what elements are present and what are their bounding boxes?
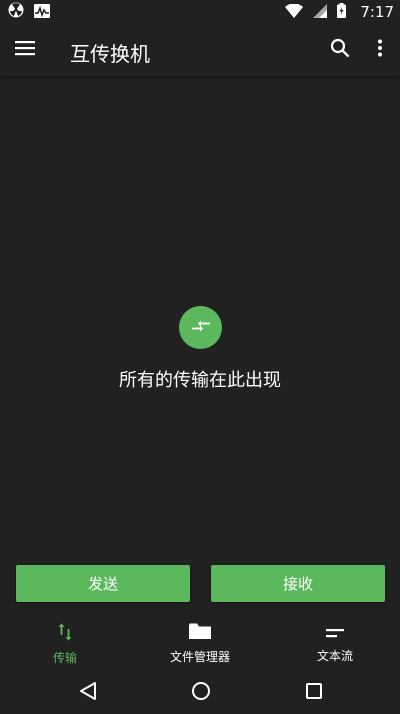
more-options-button[interactable] bbox=[364, 34, 396, 66]
nav-label-file-manager: 文件管理器 bbox=[169, 650, 230, 664]
status-bar: 7:17 bbox=[0, 0, 400, 24]
status-left bbox=[8, 2, 50, 22]
empty-state-message: 所有的传输在此出现 bbox=[119, 370, 281, 391]
bottom-navigation: 传输 文件管理器 文本流 bbox=[0, 616, 400, 672]
search-icon bbox=[330, 38, 350, 62]
transfer-list-area: 所有的传输在此出现 bbox=[0, 76, 400, 616]
recents-button[interactable] bbox=[302, 681, 326, 705]
system-navigation-bar bbox=[0, 672, 400, 714]
swap-vert-icon bbox=[58, 623, 72, 645]
status-right: 7:17 bbox=[285, 2, 394, 22]
wifi-icon bbox=[285, 2, 304, 22]
back-icon bbox=[79, 681, 97, 705]
battery-icon bbox=[337, 2, 347, 22]
send-button[interactable]: 发送 bbox=[16, 565, 190, 602]
home-icon bbox=[191, 681, 211, 705]
search-button[interactable] bbox=[324, 34, 356, 66]
folder-icon bbox=[189, 623, 211, 644]
nav-label-text-stream: 文本流 bbox=[316, 649, 353, 663]
menu-button[interactable] bbox=[9, 34, 41, 66]
menu-icon bbox=[15, 40, 35, 60]
home-button[interactable] bbox=[189, 681, 213, 705]
back-button[interactable] bbox=[76, 681, 100, 705]
status-time: 7:17 bbox=[360, 3, 394, 21]
receive-button[interactable]: 接收 bbox=[211, 565, 385, 602]
empty-state-badge bbox=[179, 306, 222, 349]
transfer-arrows-icon bbox=[190, 318, 212, 337]
app-title: 互传换机 bbox=[70, 42, 150, 66]
signal-icon bbox=[313, 3, 328, 22]
app-bar: 互传换机 bbox=[0, 24, 400, 76]
more-vert-icon bbox=[377, 39, 383, 61]
short-text-icon bbox=[326, 624, 344, 643]
activity-icon bbox=[34, 3, 50, 22]
nav-item-transfer[interactable]: 传输 bbox=[30, 616, 100, 672]
nav-item-file-manager[interactable]: 文件管理器 bbox=[155, 616, 245, 672]
nav-label-transfer: 传输 bbox=[52, 650, 77, 665]
nav-item-text-stream[interactable]: 文本流 bbox=[300, 616, 370, 672]
recents-icon bbox=[305, 682, 323, 704]
radiation-icon bbox=[8, 2, 24, 22]
